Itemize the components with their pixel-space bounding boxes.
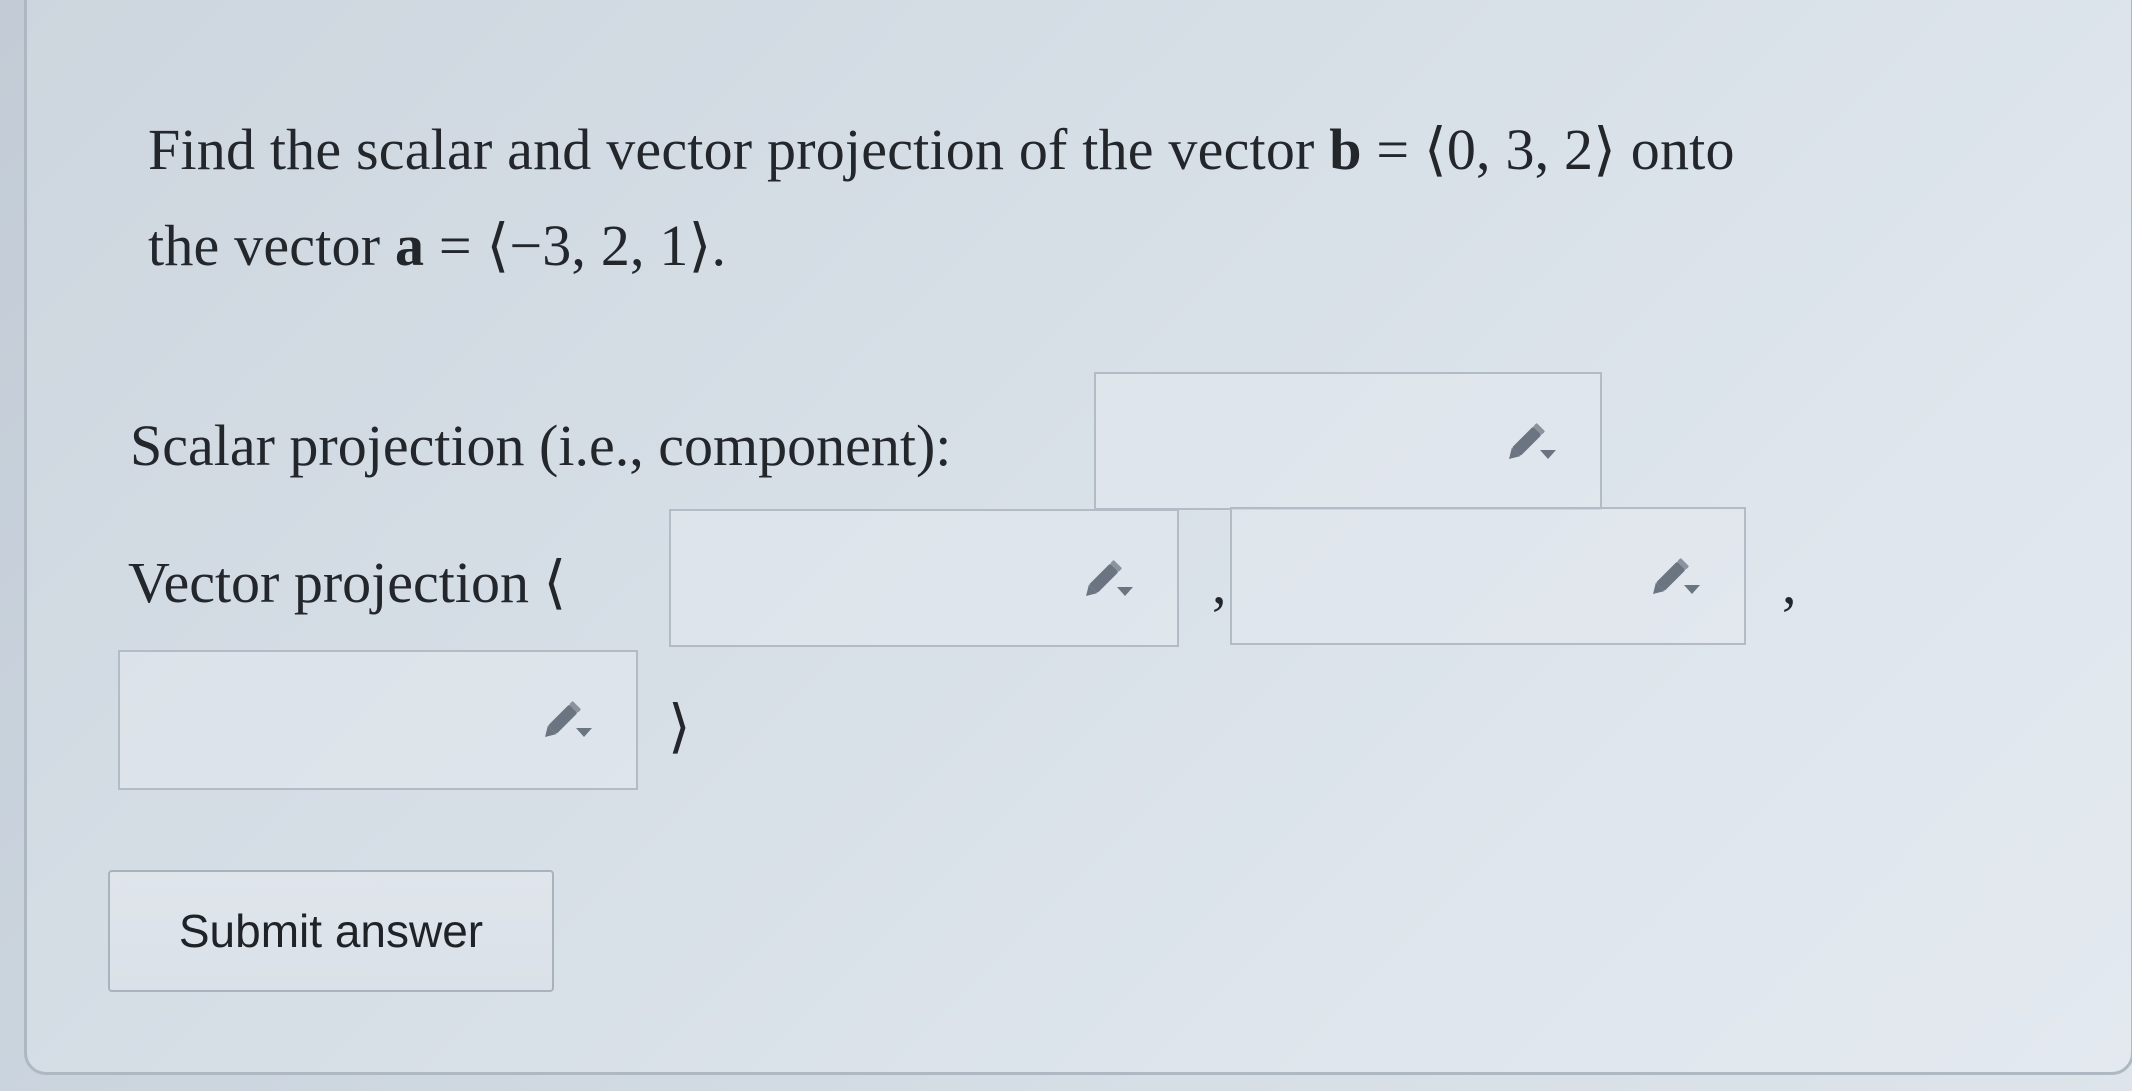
question-line-2: the vector a = ⟨−3, 2, 1⟩. [148, 198, 1998, 294]
pencil-dropdown-icon[interactable] [1083, 557, 1137, 601]
pencil-dropdown-icon[interactable] [1650, 555, 1704, 599]
vector-component-1-input-box[interactable] [669, 509, 1179, 647]
vector-component-2-input-box[interactable] [1230, 507, 1746, 645]
question-line-1: Find the scalar and vector projection of… [148, 102, 1998, 198]
question-text-segment: the vector [148, 213, 395, 278]
vector-a-symbol: a [394, 213, 425, 278]
question-text: Find the scalar and vector projection of… [148, 102, 1998, 294]
closing-angle-bracket: ⟩ [668, 694, 691, 759]
component-separator: , [1782, 551, 1797, 616]
vector-projection-label: Vector projection ⟨ [128, 550, 567, 615]
vector-component-3-input-box[interactable] [118, 650, 638, 790]
question-text-segment: Find the scalar and vector projection of… [148, 117, 1330, 182]
question-text-segment: = ⟨−3, 2, 1⟩. [424, 213, 727, 278]
vector-b-symbol: b [1329, 117, 1362, 182]
pencil-dropdown-icon[interactable] [542, 698, 596, 742]
scalar-projection-label: Scalar projection (i.e., component): [130, 413, 952, 478]
submit-answer-button[interactable]: Submit answer [108, 870, 554, 992]
pencil-dropdown-icon[interactable] [1506, 420, 1560, 464]
question-text-segment: = ⟨0, 3, 2⟩ onto [1361, 117, 1735, 182]
scalar-projection-input-box[interactable] [1094, 372, 1602, 510]
component-separator: , [1212, 551, 1227, 616]
